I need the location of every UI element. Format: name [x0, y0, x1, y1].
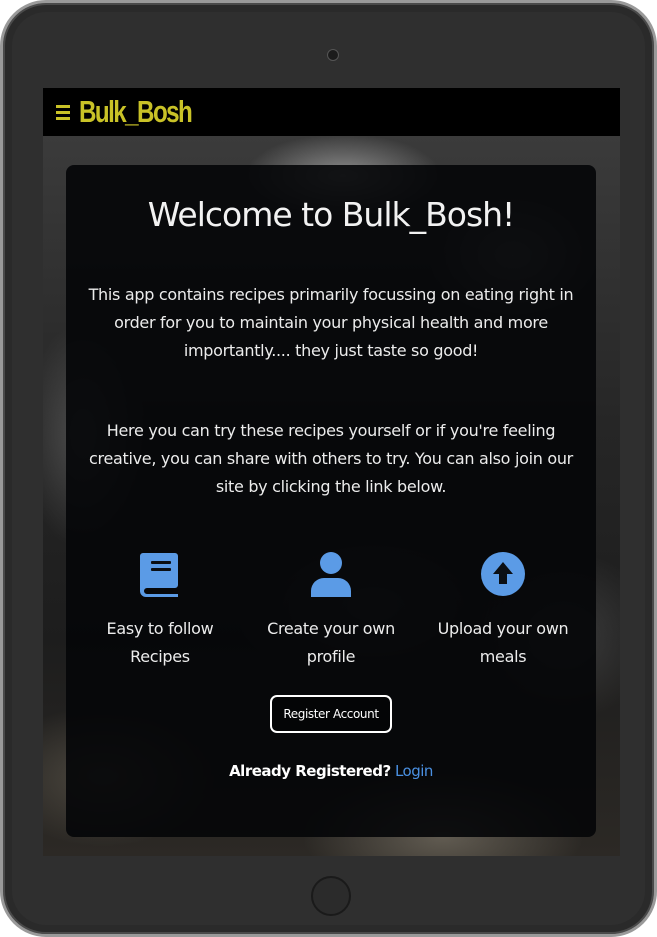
- navbar: Bulk_Bosh: [43, 88, 620, 136]
- tablet-frame: Bulk_Bosh Welcome to Bulk_Bosh! This app…: [0, 0, 657, 937]
- intro-paragraph: This app contains recipes primarily focu…: [88, 285, 574, 360]
- feature-label: Easy to follow Recipes: [106, 619, 214, 666]
- feature-recipes: Easy to follow Recipes: [75, 551, 245, 671]
- login-link[interactable]: Login: [395, 762, 433, 780]
- upload-icon: [481, 552, 525, 596]
- camera-dot: [327, 49, 339, 61]
- user-icon: [311, 552, 351, 597]
- feature-profile: Create your own profile: [246, 551, 416, 671]
- already-registered-text: Already Registered?: [229, 762, 391, 780]
- page-title: Welcome to Bulk_Bosh!: [147, 195, 516, 234]
- hamburger-icon[interactable]: [56, 104, 70, 120]
- brand-logo[interactable]: Bulk_Bosh: [79, 88, 193, 136]
- book-icon: [140, 553, 178, 597]
- register-account-button[interactable]: Register Account: [270, 695, 392, 733]
- join-paragraph: Here you can try these recipes yourself …: [89, 421, 573, 496]
- feature-list: Easy to follow Recipes Create your own p…: [66, 551, 596, 681]
- home-button[interactable]: [311, 876, 351, 916]
- feature-label: Create your own profile: [267, 619, 395, 666]
- app-screen: Bulk_Bosh Welcome to Bulk_Bosh! This app…: [43, 88, 620, 856]
- login-prompt: Already Registered? Login: [66, 762, 596, 780]
- feature-label: Upload your own meals: [437, 619, 569, 666]
- welcome-card: Welcome to Bulk_Bosh! This app contains …: [66, 165, 596, 837]
- feature-upload: Upload your own meals: [418, 551, 588, 671]
